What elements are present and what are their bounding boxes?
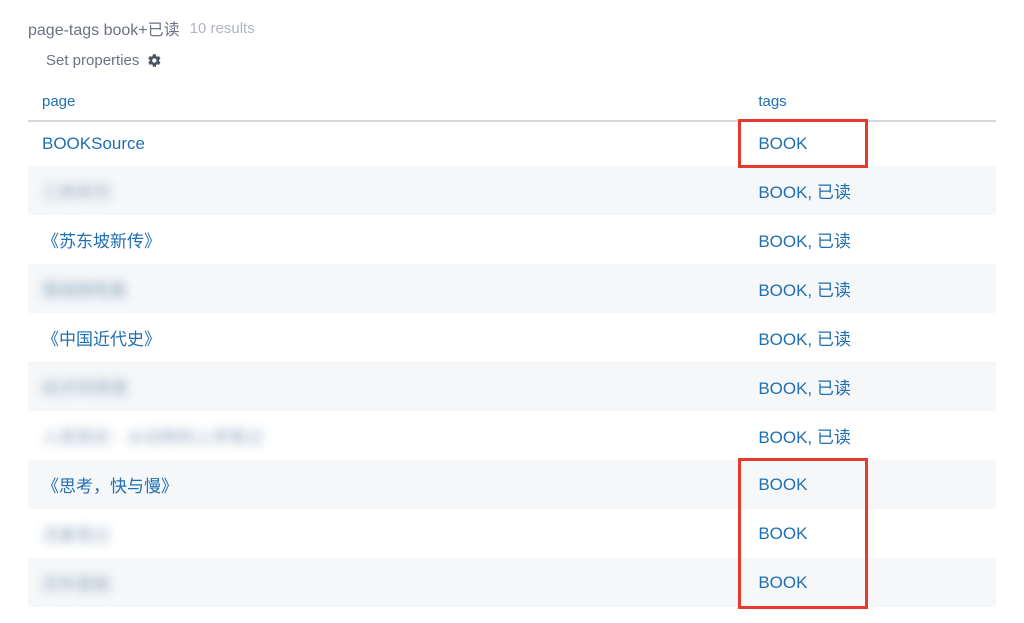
- page-link[interactable]: 《思考，快与慢》: [42, 477, 178, 496]
- page-link[interactable]: 活着笔记: [42, 521, 110, 546]
- tags-value[interactable]: BOOK, 已读: [758, 379, 851, 398]
- tags-value[interactable]: BOOK: [758, 524, 807, 543]
- tags-value[interactable]: BOOK, 已读: [758, 183, 851, 202]
- table-row: 百年孤独 BOOK: [28, 558, 996, 607]
- page-link[interactable]: 百年孤独: [42, 570, 110, 595]
- table-row: 三体系列 BOOK, 已读: [28, 166, 996, 215]
- query-title: page-tags book+已读: [28, 16, 180, 40]
- table-row: BOOKSource BOOK: [28, 121, 996, 166]
- column-header-tags[interactable]: tags: [744, 83, 996, 121]
- set-properties-label: Set properties: [46, 52, 139, 69]
- table-row: 《苏东坡新传》 BOOK, 已读: [28, 215, 996, 264]
- table-row: 活着笔记 BOOK: [28, 509, 996, 558]
- page-link[interactable]: 三体系列: [42, 178, 110, 203]
- page-link[interactable]: BOOKSource: [42, 134, 145, 153]
- table-row: 经济学原理 BOOK, 已读: [28, 362, 996, 411]
- page-link[interactable]: 《中国近代史》: [42, 330, 161, 349]
- page-link[interactable]: 围城随笔集: [42, 276, 127, 301]
- table-row: 《中国近代史》 BOOK, 已读: [28, 313, 996, 362]
- results-table: page tags BOOKSourceBOOK三体系列BOOK, 已读《苏东坡…: [28, 83, 996, 607]
- set-properties-button[interactable]: Set properties: [46, 52, 162, 69]
- tags-value[interactable]: BOOK, 已读: [758, 330, 851, 349]
- page-link[interactable]: 《苏东坡新传》: [42, 232, 161, 251]
- page-link[interactable]: 人类简史：从动物到上帝笔记: [42, 423, 263, 448]
- tags-value[interactable]: BOOK: [758, 573, 807, 592]
- table-row: 《思考，快与慢》 BOOK: [28, 460, 996, 509]
- page-link[interactable]: 经济学原理: [42, 374, 127, 399]
- tags-value[interactable]: BOOK, 已读: [758, 232, 851, 251]
- tags-value[interactable]: BOOK, 已读: [758, 428, 851, 447]
- tags-value[interactable]: BOOK: [758, 475, 807, 494]
- gear-icon: [147, 53, 162, 68]
- result-count: 10 results: [190, 20, 255, 37]
- table-row: 人类简史：从动物到上帝笔记 BOOK, 已读: [28, 411, 996, 460]
- column-header-page[interactable]: page: [28, 83, 744, 121]
- table-row: 围城随笔集 BOOK, 已读: [28, 264, 996, 313]
- tags-value[interactable]: BOOK: [758, 134, 807, 153]
- tags-value[interactable]: BOOK, 已读: [758, 281, 851, 300]
